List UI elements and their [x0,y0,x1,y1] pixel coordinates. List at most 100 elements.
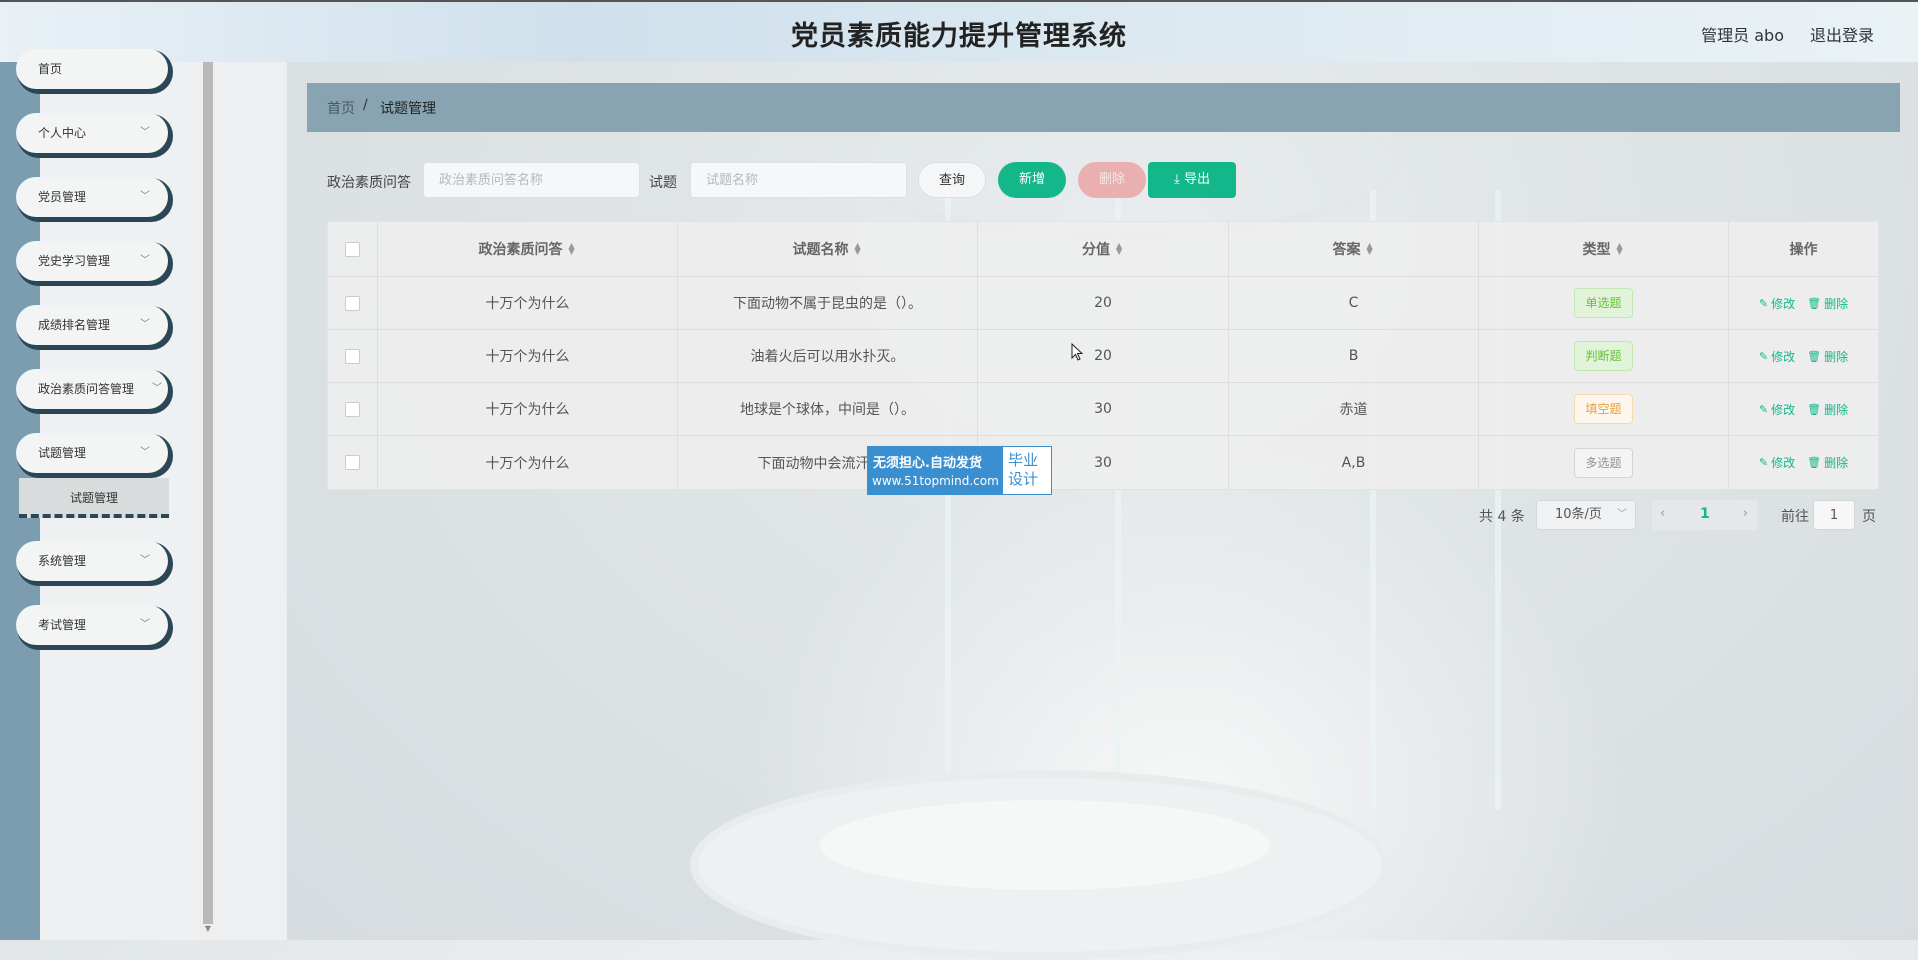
chevron-down-icon: ﹀ [140,255,150,266]
sidebar-item-question-management[interactable]: 试题管理 ﹀ [16,433,168,473]
row-delete-button[interactable]: 🗑 删除 [1807,454,1848,471]
sidebar-item-label: 系统管理 [38,554,87,568]
delete-label: 删除 [1824,296,1849,311]
sidebar-item-label: 首页 [38,62,63,76]
trash-icon: 🗑 [1807,349,1822,363]
chevron-down-icon: ﹀ [140,319,150,330]
qa-name-search-input[interactable] [423,162,640,198]
chevron-down-icon: ﹀ [1617,509,1627,520]
sort-icon[interactable]: ▲ ▼ [1116,242,1124,256]
sort-icon[interactable]: ▲ ▼ [569,242,577,256]
goto-page-input[interactable] [1813,500,1855,530]
sidebar-item-political-qa[interactable]: 政治素质问答管理 ﹀ [16,369,168,409]
edit-label: 修改 [1771,402,1796,417]
chevron-down-icon: ﹀ [140,191,150,202]
type-badge: 多选题 [1574,447,1633,478]
sidebar-item-label: 考试管理 [38,618,87,632]
chevron-down-icon: ﹀ [140,127,150,138]
column-header-label: 分值 [1082,242,1110,258]
cell-qa: 十万个为什么 [378,330,678,382]
delete-label: 删除 [1824,456,1849,470]
table-row: 十万个为什么 下面动物不属于昆虫的是（）。 20 C 单选题 ✎ 修改 🗑 删除 [328,277,1878,330]
download-icon: ⤓ [1174,172,1180,187]
trash-icon: 🗑 [1807,456,1822,469]
sidebar-scroll-thumb[interactable] [203,62,213,924]
cell-qa: 十万个为什么 [378,383,678,435]
export-button[interactable]: ⤓ 导出 [1148,162,1236,198]
next-page-icon[interactable]: › [1743,506,1748,521]
column-header-label: 类型 [1582,242,1611,258]
sidebar-item-label: 个人中心 [38,126,87,140]
question-table: 政治素质问答 ▲ ▼ 试题名称 ▲ ▼ 分值 ▲ ▼ 答案 ▲ ▼ 类型 ▲ ▼ 操作 十… [327,221,1879,490]
cell-answer: 赤道 [1229,383,1479,435]
watermark-left: 无须担心.自动发货 www.51topmind.com [868,447,1003,494]
row-checkbox-cell [328,330,378,382]
column-header-answer[interactable]: 答案 ▲ ▼ [1229,222,1479,276]
sidebar-item-system-management[interactable]: 系统管理 ﹀ [16,541,168,581]
sidebar-item-home[interactable]: 首页 [16,49,168,89]
sidebar-item-personal-center[interactable]: 个人中心 ﹀ [16,113,168,153]
cell-score: 20 [978,330,1229,382]
table-row: 十万个为什么 下面动物中会流汗的有 30 A,B 多选题 ✎ 修改 🗑 删除 [328,436,1878,489]
row-checkbox[interactable] [345,455,360,470]
delete-button[interactable]: 删除 [1078,162,1146,198]
column-header-qa[interactable]: 政治素质问答 ▲ ▼ [378,222,678,276]
cell-actions: ✎ 修改 🗑 删除 [1729,277,1878,329]
sidebar-item-exam-management[interactable]: 考试管理 ﹀ [16,605,168,645]
row-delete-button[interactable]: 🗑 删除 [1807,348,1848,365]
column-header-score[interactable]: 分值 ▲ ▼ [978,222,1229,276]
page-size-select[interactable]: 10条/页 ﹀ [1536,500,1636,530]
row-checkbox[interactable] [345,401,360,417]
sort-icon[interactable]: ▲ ▼ [1617,242,1625,256]
delete-label: 删除 [1824,402,1849,417]
scroll-down-icon[interactable]: ▼ [202,924,214,936]
goto-suffix: 页 [1862,509,1876,525]
breadcrumb-home-link[interactable]: 首页 [327,98,355,118]
sort-icon[interactable]: ▲ ▼ [855,242,863,256]
column-header-question-name[interactable]: 试题名称 ▲ ▼ [678,222,978,276]
sidebar-item-label: 党员管理 [38,190,87,204]
row-checkbox[interactable] [345,348,360,364]
sidebar-item-label: 成绩排名管理 [38,318,111,332]
row-delete-button[interactable]: 🗑 删除 [1807,401,1848,418]
sidebar-item-score-ranking[interactable]: 成绩排名管理 ﹀ [16,305,168,345]
sidebar-item-history-study[interactable]: 党史学习管理 ﹀ [16,241,168,281]
breadcrumb-separator: / [363,97,368,113]
chevron-down-icon: ﹀ [140,555,150,566]
logout-button[interactable]: 退出登录 [1810,22,1874,46]
edit-button[interactable]: ✎ 修改 [1759,348,1795,365]
app-title: 党员素质能力提升管理系统 [791,21,1127,52]
prev-page-icon[interactable]: ‹ [1660,506,1665,521]
edit-button[interactable]: ✎ 修改 [1759,295,1795,312]
chevron-down-icon: ﹀ [140,619,150,630]
export-label: 导出 [1183,172,1210,187]
pagination-total: 共 4 条 [1479,509,1525,525]
row-checkbox[interactable] [345,295,360,311]
edit-button[interactable]: ✎ 修改 [1759,454,1795,471]
sidebar-item-member-management[interactable]: 党员管理 ﹀ [16,177,168,217]
question-filter-label: 试题 [649,175,677,191]
row-checkbox-cell [328,383,378,435]
chevron-down-icon: ﹀ [140,447,150,458]
page-number[interactable]: 1 [1700,506,1710,522]
row-checkbox-cell [328,436,378,489]
question-name-search-input[interactable] [690,162,907,198]
query-button[interactable]: 查询 [918,162,986,198]
column-header-type[interactable]: 类型 ▲ ▼ [1479,222,1729,276]
top-header: 党员素质能力提升管理系统 管理员 abo 退出登录 [0,0,1918,62]
add-button[interactable]: 新增 [998,162,1066,198]
sort-icon[interactable]: ▲ ▼ [1367,242,1375,256]
cell-answer: C [1229,277,1479,329]
type-badge: 单选题 [1574,288,1633,318]
edit-button[interactable]: ✎ 修改 [1759,401,1795,418]
watermark-badge: 无须担心.自动发货 www.51topmind.com 毕业设计 [867,446,1052,495]
pager: ‹ 1 › [1652,500,1758,530]
trash-icon: 🗑 [1807,296,1822,310]
type-badge: 填空题 [1574,394,1633,424]
qa-filter-label: 政治素质问答 [327,175,411,191]
edit-icon: ✎ [1758,456,1769,469]
sidebar-subitem-question-management[interactable]: 试题管理 [19,478,169,518]
row-delete-button[interactable]: 🗑 删除 [1807,295,1848,312]
cell-actions: ✎ 修改 🗑 删除 [1729,330,1878,382]
select-all-checkbox[interactable] [345,241,360,257]
